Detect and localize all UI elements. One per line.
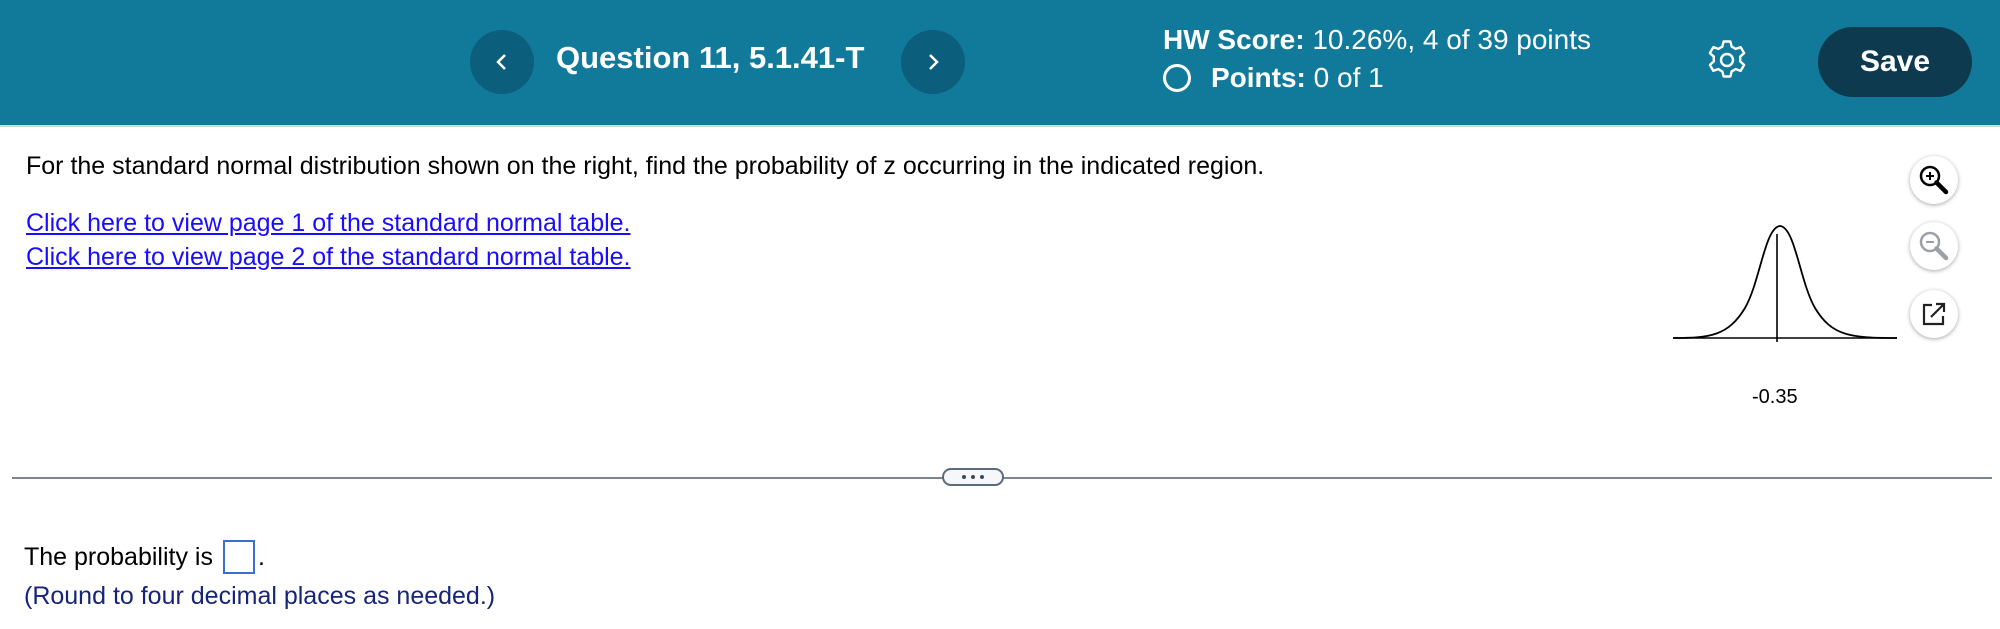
hw-score-value: 10.26%, 4 of 39 points (1312, 24, 1592, 55)
table-page-1-link[interactable]: Click here to view page 1 of the standar… (26, 209, 631, 238)
question-title: Question 11, 5.1.41-T (556, 40, 865, 75)
points-status: Points: 0 of 1 (1163, 62, 1384, 94)
rounding-hint: (Round to four decimal places as needed.… (24, 582, 496, 610)
question-prompt: For the standard normal distribution sho… (26, 152, 1265, 180)
gear-icon[interactable] (1705, 38, 1749, 82)
answer-suffix: . (257, 542, 265, 571)
header-bar: Question 11, 5.1.41-T HW Score: 10.26%, … (0, 0, 2000, 127)
table-page-2-link[interactable]: Click here to view page 2 of the standar… (26, 243, 631, 272)
normal-curve (1672, 225, 1898, 339)
answer-prefix: The probability is (24, 542, 213, 571)
points-value: 0 of 1 (1313, 62, 1384, 93)
save-button[interactable]: Save (1818, 27, 1972, 97)
normal-curve-figure (1672, 225, 1898, 342)
probability-input[interactable] (222, 540, 255, 574)
next-question-button[interactable] (901, 30, 965, 94)
zoom-out-button[interactable] (1910, 222, 1958, 270)
z-value-label: -0.35 (1752, 386, 1798, 408)
chevron-right-icon (929, 54, 939, 70)
hw-score-label: HW Score: (1163, 24, 1305, 55)
previous-question-button[interactable] (470, 30, 534, 94)
zoom-out-icon (1919, 231, 1949, 261)
popout-button[interactable] (1910, 290, 1958, 338)
status-circle-icon (1163, 64, 1191, 92)
zoom-in-icon (1919, 165, 1949, 195)
zoom-in-button[interactable] (1910, 156, 1958, 204)
popout-icon (1922, 302, 1946, 326)
answer-line: The probability is . (24, 540, 265, 574)
divider-handle[interactable] (942, 468, 1004, 486)
points-label: Points: (1211, 62, 1306, 93)
chevron-left-icon (496, 54, 506, 70)
hw-score: HW Score: 10.26%, 4 of 39 points (1163, 24, 1591, 56)
